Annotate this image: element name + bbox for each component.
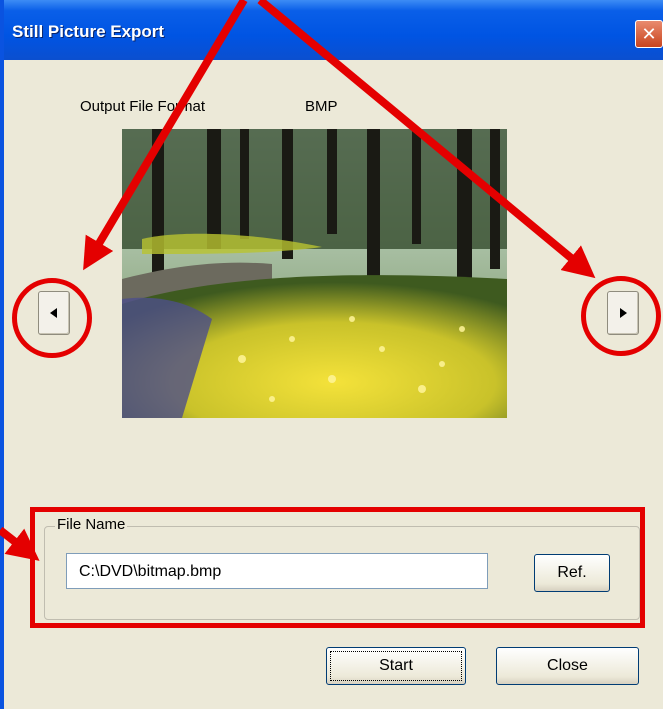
next-frame-button[interactable] xyxy=(607,291,639,335)
arrow-right-icon xyxy=(620,308,627,318)
close-window-button[interactable]: ✕ xyxy=(635,20,663,48)
start-button[interactable]: Start xyxy=(326,647,466,685)
file-name-group-label: File Name xyxy=(55,516,128,533)
title-bar[interactable]: Still Picture Export ✕ xyxy=(4,0,663,60)
close-icon: ✕ xyxy=(641,24,657,44)
ref-browse-button[interactable]: Ref. xyxy=(534,554,610,592)
still-picture-export-dialog: Still Picture Export ✕ Output File Forma… xyxy=(0,0,663,709)
flower-field-picture-icon xyxy=(122,129,507,418)
output-format-label: Output File Format xyxy=(80,98,206,115)
previous-frame-button[interactable] xyxy=(38,291,70,335)
output-format-value: BMP xyxy=(305,98,338,115)
file-name-input[interactable]: C:\DVD\bitmap.bmp xyxy=(66,553,488,589)
arrow-left-icon xyxy=(50,308,57,318)
close-button[interactable]: Close xyxy=(496,647,639,685)
window-title: Still Picture Export xyxy=(12,22,165,41)
still-preview-image xyxy=(122,129,507,418)
